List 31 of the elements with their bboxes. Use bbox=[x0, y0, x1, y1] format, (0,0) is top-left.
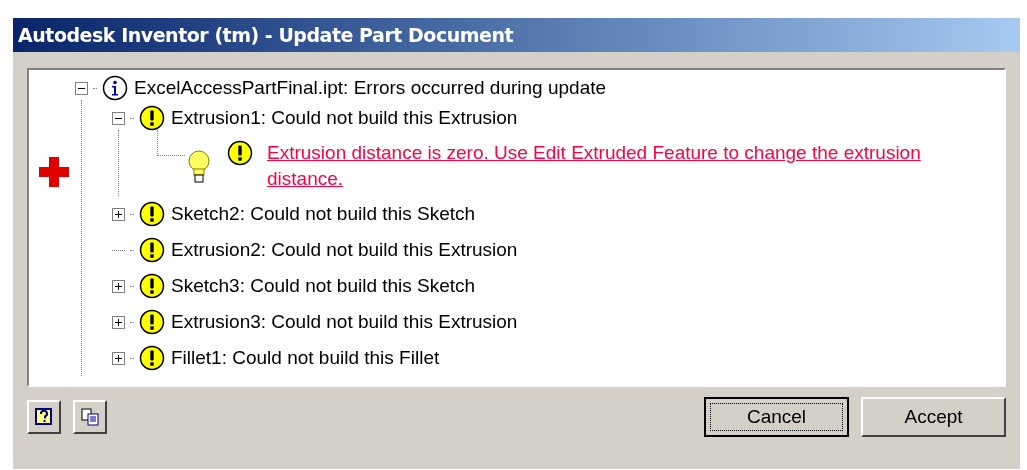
plus-icon bbox=[39, 157, 69, 187]
dialog-button[interactable]: Accept bbox=[861, 397, 1006, 437]
warning-icon bbox=[139, 345, 165, 371]
lightbulb-icon bbox=[187, 150, 211, 184]
dialog-button[interactable]: Cancel bbox=[704, 397, 849, 437]
tree-item-label[interactable]: Sketch2: Could not build this Sketch bbox=[171, 199, 476, 229]
help-icon bbox=[34, 407, 54, 427]
info-icon bbox=[102, 75, 128, 101]
tree-item-label[interactable]: Extrusion2: Could not build this Extrusion bbox=[171, 235, 518, 265]
tree-item-label[interactable]: Fillet1: Could not build this Fillet bbox=[171, 343, 440, 373]
collapse-icon[interactable] bbox=[112, 111, 125, 125]
tree-item-label[interactable]: Extrusion3: Could not build this Extrusion bbox=[171, 307, 518, 337]
tree-item-label[interactable]: Extrusion1: Could not build this Extrusion bbox=[171, 103, 518, 133]
warning-icon bbox=[227, 140, 253, 166]
warning-icon bbox=[139, 201, 165, 227]
expand-icon[interactable] bbox=[112, 351, 125, 365]
warning-icon bbox=[139, 273, 165, 299]
help-button[interactable] bbox=[27, 400, 61, 434]
warning-icon bbox=[139, 309, 165, 335]
expand-icon[interactable] bbox=[112, 315, 125, 329]
expand-icon[interactable] bbox=[112, 207, 125, 221]
copy-icon bbox=[80, 407, 100, 427]
window-title: Autodesk Inventor (tm) - Update Part Document bbox=[18, 22, 514, 48]
tree-item-label[interactable]: ExcelAccessPartFinal.ipt: Errors occurred during update bbox=[134, 73, 607, 103]
tree-item-label[interactable]: Sketch3: Could not build this Sketch bbox=[171, 271, 476, 301]
copy-button[interactable] bbox=[73, 400, 107, 434]
warning-icon bbox=[139, 237, 165, 263]
warning-icon bbox=[139, 105, 165, 131]
error-message-link[interactable]: Extrusion distance is zero. Use Edit Extruded Feature to change the extrusion distance. bbox=[267, 140, 957, 192]
collapse-icon[interactable] bbox=[75, 81, 88, 95]
expand-icon[interactable] bbox=[112, 279, 125, 293]
